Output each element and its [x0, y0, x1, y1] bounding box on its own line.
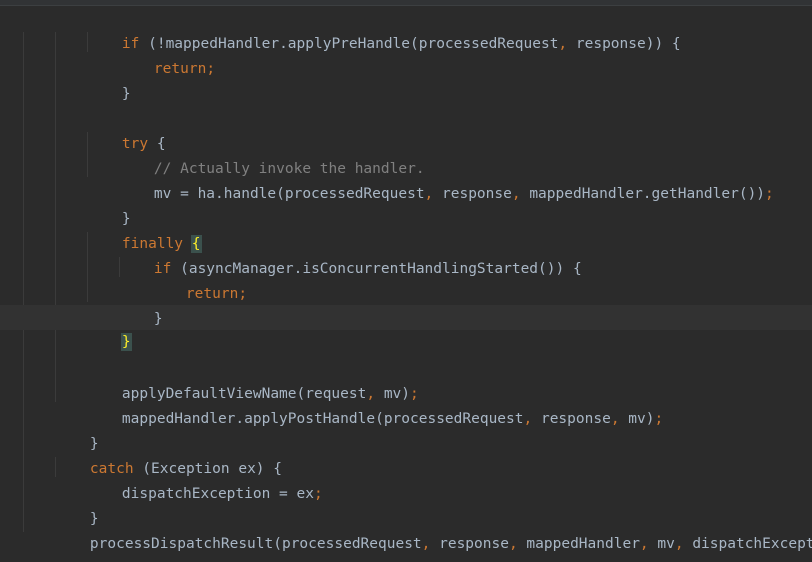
comma: , [523, 411, 533, 427]
comma: , [558, 36, 568, 52]
code-line[interactable]: processDispatchResult(processedRequest, … [55, 507, 812, 552]
semicolon: ; [238, 286, 248, 302]
indent-guide [23, 32, 24, 532]
code-line[interactable]: return; [151, 257, 247, 302]
code-line[interactable]: // Actually invoke the handler. [119, 132, 425, 177]
semicolon: ; [313, 486, 323, 502]
code-text: response [532, 411, 611, 427]
code-line[interactable]: if (asyncManager.isConcurrentHandlingSta… [119, 232, 582, 277]
code-line[interactable]: } [119, 282, 163, 327]
comma: , [511, 186, 521, 202]
closing-brace: } [153, 311, 163, 327]
code-line[interactable]: } [23, 532, 67, 562]
code-text: response)) { [567, 36, 681, 52]
code-text: mv = ha.handle(processedRequest [153, 186, 425, 202]
code-line[interactable]: } [87, 305, 132, 351]
code-line[interactable]: mappedHandler.applyPostHandle(processedR… [87, 382, 663, 427]
code-text: dispatchException = ex [121, 486, 314, 502]
keyword: return [153, 61, 207, 77]
semicolon: ; [206, 61, 216, 77]
code-text: processDispatchResult(processedRequest [89, 536, 422, 552]
closing-brace: } [121, 86, 131, 102]
code-line[interactable]: } [87, 57, 131, 102]
code-line[interactable]: dispatchException = ex; [87, 457, 323, 502]
code-line[interactable]: applyDefaultViewName(request, mv); [87, 357, 419, 402]
code-text: response [433, 186, 512, 202]
code-line[interactable]: mv = ha.handle(processedRequest, respons… [119, 157, 774, 202]
code-text: mv [648, 536, 675, 552]
code-text: dispatchException) [692, 536, 812, 552]
code-text: mv) [619, 411, 655, 427]
code-line[interactable]: } [55, 482, 99, 527]
code-text: mappedHandler.applyPostHandle(processedR… [121, 411, 524, 427]
keyword: return [185, 286, 239, 302]
code-line[interactable]: return; [119, 32, 215, 77]
indent-guide [55, 32, 56, 402]
comma: , [424, 186, 434, 202]
code-line[interactable]: } [87, 182, 131, 227]
editor-top-border [0, 0, 812, 6]
code-editor[interactable]: if (!mappedHandler.applyPreHandle(proces… [0, 0, 812, 562]
code-text: response [430, 536, 509, 552]
matched-brace: } [120, 333, 132, 351]
comma: , [674, 536, 684, 552]
semicolon: ; [654, 411, 664, 427]
comma: , [639, 536, 649, 552]
code-line[interactable]: catch (Exception ex) { [55, 432, 282, 477]
code-line[interactable]: finally { [87, 207, 202, 253]
semicolon: ; [765, 186, 774, 202]
code-line[interactable]: try { [87, 107, 166, 152]
comma: , [610, 411, 620, 427]
code-line[interactable]: if (!mappedHandler.applyPreHandle(proces… [87, 7, 681, 52]
code-line[interactable]: } [55, 407, 99, 452]
code-text: mappedHandler.getHandler()) [520, 186, 766, 202]
code-text: mappedHandler [517, 536, 640, 552]
comma: , [508, 536, 518, 552]
